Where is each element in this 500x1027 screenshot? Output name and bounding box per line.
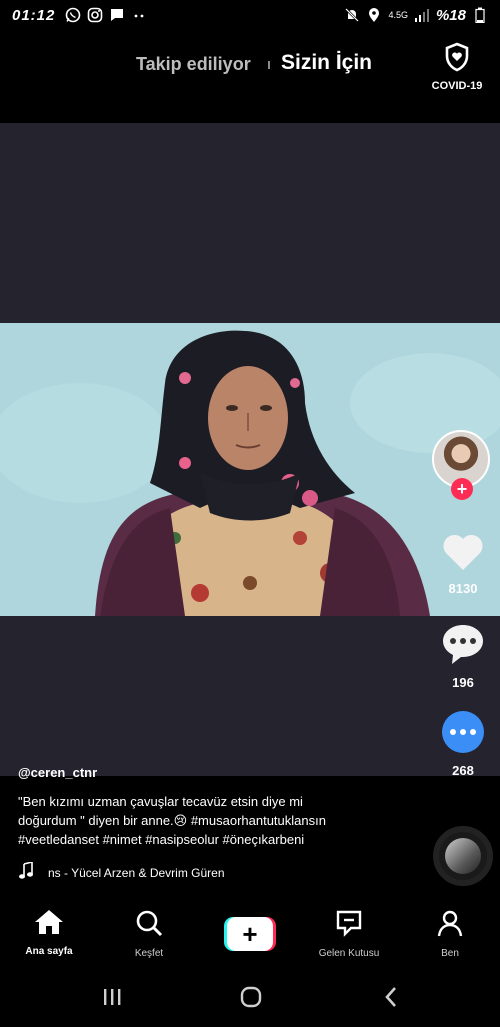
location-icon bbox=[366, 7, 382, 23]
home-system-button[interactable] bbox=[236, 986, 266, 1012]
post-description: "Ben kızımı uzman çavuşlar tecavüz etsin… bbox=[18, 792, 418, 849]
home-circle-icon bbox=[239, 985, 263, 1014]
top-nav: Takip ediliyor Sizin İçin COVID-19 bbox=[0, 30, 500, 100]
nav-profile-label: Ben bbox=[441, 948, 459, 959]
share-count: 268 bbox=[452, 763, 474, 778]
home-icon bbox=[34, 909, 64, 940]
more-dots-icon bbox=[131, 7, 147, 23]
mute-icon bbox=[344, 7, 360, 23]
author-username[interactable]: @ceren_ctnr bbox=[18, 765, 97, 780]
whatsapp-icon bbox=[65, 7, 81, 23]
description-line-2: doğurdum " diyen bir anne.😢 #musaorhantu… bbox=[18, 813, 326, 828]
description-line-3: #veetledanset #nimet #nasipseolur #öneçı… bbox=[18, 832, 305, 847]
comment-icon bbox=[441, 622, 485, 671]
tab-for-you[interactable]: Sizin İçin bbox=[281, 51, 372, 75]
video-player[interactable] bbox=[0, 123, 500, 776]
follow-plus-icon[interactable]: + bbox=[451, 478, 473, 500]
battery-text: %18 bbox=[435, 6, 466, 24]
covid-button[interactable]: COVID-19 bbox=[426, 42, 488, 96]
battery-icon bbox=[472, 7, 488, 23]
search-icon bbox=[135, 909, 163, 942]
comment-count: 196 bbox=[452, 675, 474, 690]
description-line-1: "Ben kızımı uzman çavuşlar tecavüz etsin… bbox=[18, 794, 303, 809]
bottom-nav: Ana sayfa Keşfet + Gelen Kutusu Ben bbox=[0, 905, 500, 965]
status-time: 01:12 bbox=[12, 6, 56, 24]
covid-label: COVID-19 bbox=[431, 80, 483, 92]
woman-portrait-image bbox=[0, 323, 500, 616]
message-icon bbox=[109, 7, 125, 23]
plus-icon: + bbox=[227, 917, 273, 951]
comment-button[interactable]: 196 bbox=[432, 622, 494, 690]
post-caption: @ceren_ctnr bbox=[18, 764, 418, 782]
creator-avatar-button[interactable]: + bbox=[432, 430, 492, 502]
nav-inbox-label: Gelen Kutusu bbox=[318, 948, 380, 959]
network-type: 4.5G bbox=[388, 9, 408, 20]
music-disc-button[interactable] bbox=[433, 826, 493, 886]
shield-heart-icon bbox=[444, 42, 470, 77]
tab-separator bbox=[268, 61, 270, 69]
more-share-icon bbox=[441, 710, 485, 759]
nav-profile[interactable]: Ben bbox=[410, 909, 490, 959]
recent-apps-button[interactable] bbox=[97, 986, 127, 1012]
like-button[interactable]: 8130 bbox=[432, 532, 494, 596]
back-chevron-icon bbox=[383, 986, 399, 1013]
music-info[interactable]: ns - Yücel Arzen & Devrim Güren bbox=[18, 860, 268, 883]
nav-home[interactable]: Ana sayfa bbox=[9, 909, 89, 957]
signal-icon bbox=[414, 7, 430, 23]
status-right: 4.5G %18 bbox=[344, 7, 488, 24]
nav-discover-label: Keşfet bbox=[134, 948, 164, 959]
heart-icon bbox=[441, 532, 485, 577]
nav-home-label: Ana sayfa bbox=[25, 946, 73, 957]
share-button[interactable]: 268 bbox=[432, 710, 494, 778]
back-button[interactable] bbox=[376, 986, 406, 1012]
inbox-icon bbox=[335, 909, 363, 942]
music-note-icon bbox=[18, 860, 34, 883]
music-title: ns - Yücel Arzen & Devrim Güren bbox=[48, 865, 225, 880]
album-art bbox=[445, 838, 481, 874]
recent-apps-icon bbox=[101, 987, 123, 1012]
system-nav-bar bbox=[0, 972, 500, 1027]
status-bar: 01:12 4.5G %18 bbox=[0, 0, 500, 30]
tab-following[interactable]: Takip ediliyor bbox=[136, 54, 251, 75]
nav-inbox[interactable]: Gelen Kutusu bbox=[309, 909, 389, 959]
video-frame bbox=[0, 323, 500, 616]
nav-discover[interactable]: Keşfet bbox=[109, 909, 189, 959]
status-left: 01:12 bbox=[12, 7, 147, 24]
instagram-icon bbox=[87, 7, 103, 23]
like-count: 8130 bbox=[448, 581, 478, 596]
create-button[interactable]: + bbox=[224, 917, 276, 951]
profile-icon bbox=[436, 909, 464, 942]
